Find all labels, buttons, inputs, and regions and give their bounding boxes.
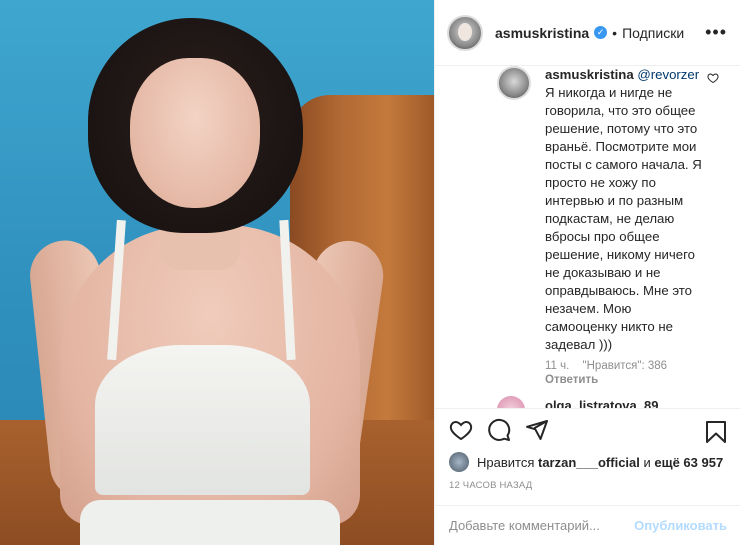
heart-icon[interactable] <box>449 418 473 447</box>
post-photo[interactable] <box>0 0 434 545</box>
author-avatar[interactable] <box>447 14 483 51</box>
likes-prefix: Нравится <box>477 454 535 470</box>
add-comment-bar: Опубликовать <box>435 505 740 545</box>
liker-username[interactable]: tarzan___official <box>538 455 640 470</box>
comment-like-count[interactable]: "Нравится": 386 <box>583 360 668 372</box>
comment-input[interactable] <box>449 518 629 533</box>
post-timestamp[interactable]: 12 ЧАСОВ НАЗАД <box>449 480 532 491</box>
verified-icon: ✓ <box>594 26 608 39</box>
face-shape <box>130 58 260 208</box>
reply-button[interactable]: Ответить <box>545 374 598 386</box>
comment-author-avatar[interactable] <box>497 66 531 100</box>
comment-meta: 11 ч. "Нравится": 386 <box>545 360 677 372</box>
liker-avatar[interactable] <box>449 452 469 472</box>
likes-summary: Нравится tarzan___official и ещё 63 957 <box>449 452 723 472</box>
more-icon[interactable]: ••• <box>705 22 727 43</box>
post-sidebar: asmuskristina ✓ • Подписки ••• asmuskris… <box>434 0 740 545</box>
publish-button[interactable]: Опубликовать <box>634 518 727 533</box>
share-icon[interactable] <box>525 418 549 447</box>
bookmark-icon[interactable] <box>705 420 727 449</box>
comment-icon[interactable] <box>487 418 511 447</box>
comments-list[interactable]: asmuskristina @revorzer Я никогда и нигд… <box>435 66 740 408</box>
following-button[interactable]: Подписки <box>622 25 684 41</box>
comment-like-heart-icon[interactable] <box>707 72 719 87</box>
skirt-shape <box>80 500 340 545</box>
corset-shape <box>95 345 310 495</box>
comment-text: asmuskristina @revorzer Я никогда и нигд… <box>545 66 705 354</box>
action-bar <box>435 408 740 456</box>
comment-mention-link[interactable]: @revorzer <box>637 67 699 82</box>
post-header: asmuskristina ✓ • Подписки ••• <box>435 0 740 66</box>
author-username[interactable]: asmuskristina <box>495 25 589 41</box>
next-comment-avatar[interactable] <box>497 396 525 408</box>
comment-author-username[interactable]: asmuskristina <box>545 67 634 82</box>
likes-count[interactable]: ещё 63 957 <box>654 455 723 470</box>
separator-dot: • <box>612 24 618 41</box>
comment-time: 11 ч. <box>545 360 570 372</box>
next-comment-username[interactable]: olga_listratova_89 <box>545 398 658 408</box>
comment-body-text: Я никогда и нигде не говорила, что это о… <box>545 85 702 352</box>
likes-connector: и <box>643 454 651 470</box>
